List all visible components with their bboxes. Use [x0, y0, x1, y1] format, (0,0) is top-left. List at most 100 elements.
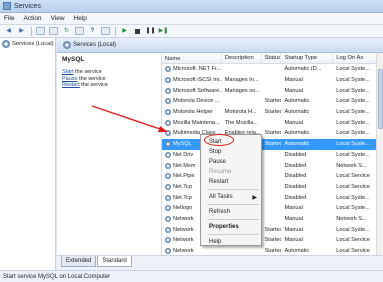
service-name-text: Net.Tcp	[173, 183, 192, 190]
service-name-text: Microsoft .NET Fr...	[173, 66, 222, 73]
service-startup-type-cell: Disabled	[284, 173, 307, 180]
console-tree-icon[interactable]	[36, 27, 45, 35]
service-status-cell: Started	[264, 226, 282, 233]
tree-node-services-local[interactable]: Services (Local)	[0, 38, 55, 50]
context-menu-label: Resume	[209, 169, 232, 175]
restart-service-link[interactable]: Restart	[62, 82, 80, 88]
service-gear-icon	[165, 151, 171, 158]
export-icon[interactable]	[75, 27, 84, 35]
pause-icon[interactable]: ❚❚	[145, 27, 155, 35]
column-header-status[interactable]: Status	[262, 53, 282, 63]
menu-help[interactable]: Help	[74, 15, 87, 22]
service-gear-icon	[165, 205, 171, 212]
submenu-arrow-icon: ▶	[252, 194, 257, 201]
menu-separator	[207, 204, 259, 205]
back-icon[interactable]: ◀	[4, 27, 13, 35]
action-restart-line: Restart the service	[62, 82, 151, 89]
service-status-cell: Started	[264, 130, 282, 137]
tab-extended[interactable]: Extended	[61, 256, 97, 267]
service-description-cell: Motorola H...	[224, 109, 257, 116]
action-start-text: the service	[73, 69, 102, 75]
context-menu-restart[interactable]: Restart	[201, 177, 261, 187]
forward-icon[interactable]: ▶	[17, 27, 26, 35]
service-name-text: Net.Tcp	[173, 194, 192, 201]
service-startup-type-cell: Manual	[284, 205, 303, 212]
service-description-cell: Manages In...	[224, 77, 259, 84]
service-name-text: Motorola Device ...	[173, 98, 220, 105]
service-name-cell: Microsoft iSCSI Ini...	[162, 77, 222, 84]
action-restart-text: the service	[79, 82, 108, 88]
menu-file[interactable]: File	[4, 15, 14, 22]
menu-separator	[207, 234, 259, 235]
console-tree: Services (Local)	[0, 38, 56, 270]
table-row[interactable]: Netlogo Manual Local Syste...	[162, 203, 383, 214]
tree-node-label: Services (Local)	[12, 41, 54, 47]
column-header-name[interactable]: Name	[162, 53, 222, 63]
service-name-cell: Motorola Helper	[162, 109, 222, 116]
context-menu-properties[interactable]: Properties	[201, 222, 261, 232]
table-row[interactable]: Multimedia Class ...Enables rela...Start…	[162, 128, 383, 139]
service-name-text: Network	[173, 215, 194, 222]
table-row[interactable]: Net Driv Disabled Local Syste...	[162, 150, 383, 161]
service-name-cell: Microsoft .NET Fr...	[162, 66, 222, 73]
service-startup-type-cell: Automatic	[284, 109, 310, 116]
properties-icon[interactable]	[49, 27, 58, 35]
scrollbar-thumb[interactable]	[378, 69, 383, 129]
annotation-ellipse	[204, 134, 234, 146]
service-gear-icon	[165, 226, 171, 233]
table-row[interactable]: MySQL Started Automatic Local Syste...	[162, 138, 383, 150]
service-startup-type-cell: Automatic	[284, 130, 310, 137]
context-menu-refresh[interactable]: Refresh	[201, 207, 261, 217]
help-icon[interactable]: ?	[88, 27, 97, 35]
stop-icon[interactable]	[133, 27, 142, 35]
mmc-icon[interactable]	[101, 27, 110, 35]
context-menu-help[interactable]: Help	[201, 237, 261, 247]
table-row[interactable]: Microsoft Software... Manages so... Manual…	[162, 85, 383, 96]
details-header: Services (Local)	[57, 38, 383, 53]
table-row[interactable]: Microsoft iSCSI Ini... Manages In... Manua…	[162, 75, 383, 86]
refresh-icon[interactable]: ↻	[62, 27, 71, 35]
service-startup-type-cell: Manual	[284, 77, 303, 84]
table-row[interactable]: Net.Tcp Disabled Local Syste...	[162, 192, 383, 203]
table-row[interactable]: Microsoft .NET Fr... Automatic (D... Local…	[162, 64, 383, 75]
table-row[interactable]: Net.Msm Disabled Network S...	[162, 160, 383, 171]
table-row[interactable]: Net.Pipe Disabled Local Service	[162, 171, 383, 182]
table-row[interactable]: Network Started Manual Local Syste...	[162, 224, 383, 235]
context-menu-all-tasks[interactable]: All Tasks ▶	[201, 192, 261, 202]
column-header-startup-type[interactable]: Startup Type	[281, 53, 334, 63]
service-startup-type-cell: Manual	[284, 226, 303, 233]
service-name-cell: Microsoft Software...	[162, 87, 222, 94]
table-row[interactable]: Net.Tcp Disabled Local Service	[162, 182, 383, 193]
toolbar: ◀ ▶ ↻ ? ▶ ❚❚ ▶❚	[0, 25, 383, 38]
service-startup-type-cell: Manual	[284, 215, 303, 222]
table-row[interactable]: Motorola Device ... Started Automatic Local…	[162, 96, 383, 107]
table-row[interactable]: Network Started Automatic Local Service	[162, 246, 383, 255]
menu-separator	[207, 219, 259, 220]
vertical-scrollbar[interactable]	[376, 53, 383, 255]
start-service-link[interactable]: Start	[62, 69, 74, 75]
services-app-icon	[3, 2, 11, 10]
table-row[interactable]: Motorola Helper Motorola H... Started Autom…	[162, 107, 383, 118]
play-icon[interactable]: ▶	[120, 27, 129, 35]
service-startup-type-cell: Automatic	[284, 248, 310, 255]
context-menu-pause[interactable]: Pause	[201, 157, 261, 167]
service-name-cell: Mozilla Maintena...	[162, 119, 222, 126]
menu-view[interactable]: View	[51, 15, 65, 22]
service-name-text: Motorola Helper	[173, 109, 213, 116]
service-gear-icon	[165, 173, 171, 180]
table-row[interactable]: Network Started Manual Local Service	[162, 235, 383, 246]
service-description-cell: Manages so...	[224, 87, 260, 94]
service-gear-icon	[165, 66, 171, 73]
tab-standard[interactable]: Standard	[97, 256, 132, 267]
menu-action[interactable]: Action	[23, 15, 41, 22]
table-header: Name Description Status Startup Type Log…	[162, 53, 383, 64]
restart-icon[interactable]: ▶❚	[159, 27, 169, 35]
pause-service-link[interactable]: Pause	[62, 76, 78, 82]
table-row[interactable]: Network Manual Network S...	[162, 214, 383, 225]
service-name-text: Network	[173, 237, 194, 244]
column-header-description[interactable]: Description	[222, 53, 262, 63]
context-menu-stop[interactable]: Stop	[201, 147, 261, 157]
table-row[interactable]: Mozilla Maintena... The Mozilla... Manual L…	[162, 117, 383, 128]
service-name-text: Mozilla Maintena...	[173, 119, 220, 126]
service-gear-icon	[165, 162, 171, 169]
